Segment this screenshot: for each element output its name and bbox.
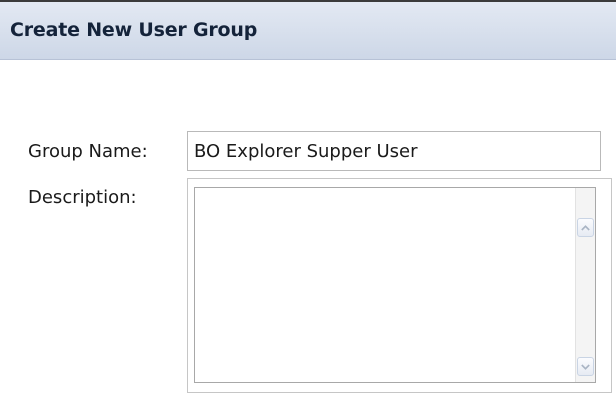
group-name-input[interactable]	[187, 131, 601, 171]
group-name-label: Group Name:	[28, 141, 148, 162]
create-user-group-dialog: Create New User Group Group Name: Descri…	[0, 0, 616, 403]
chevron-up-icon	[581, 224, 590, 231]
scroll-up-button[interactable]	[577, 218, 594, 237]
chevron-down-icon	[581, 363, 590, 370]
description-field-frame	[187, 178, 612, 393]
description-label: Description:	[28, 187, 137, 208]
description-textarea[interactable]	[195, 188, 575, 382]
description-field-border	[194, 187, 596, 383]
dialog-header: Create New User Group	[0, 2, 616, 60]
scroll-down-button[interactable]	[577, 357, 594, 376]
page-title: Create New User Group	[10, 19, 258, 41]
description-scrollbar[interactable]	[575, 188, 595, 382]
